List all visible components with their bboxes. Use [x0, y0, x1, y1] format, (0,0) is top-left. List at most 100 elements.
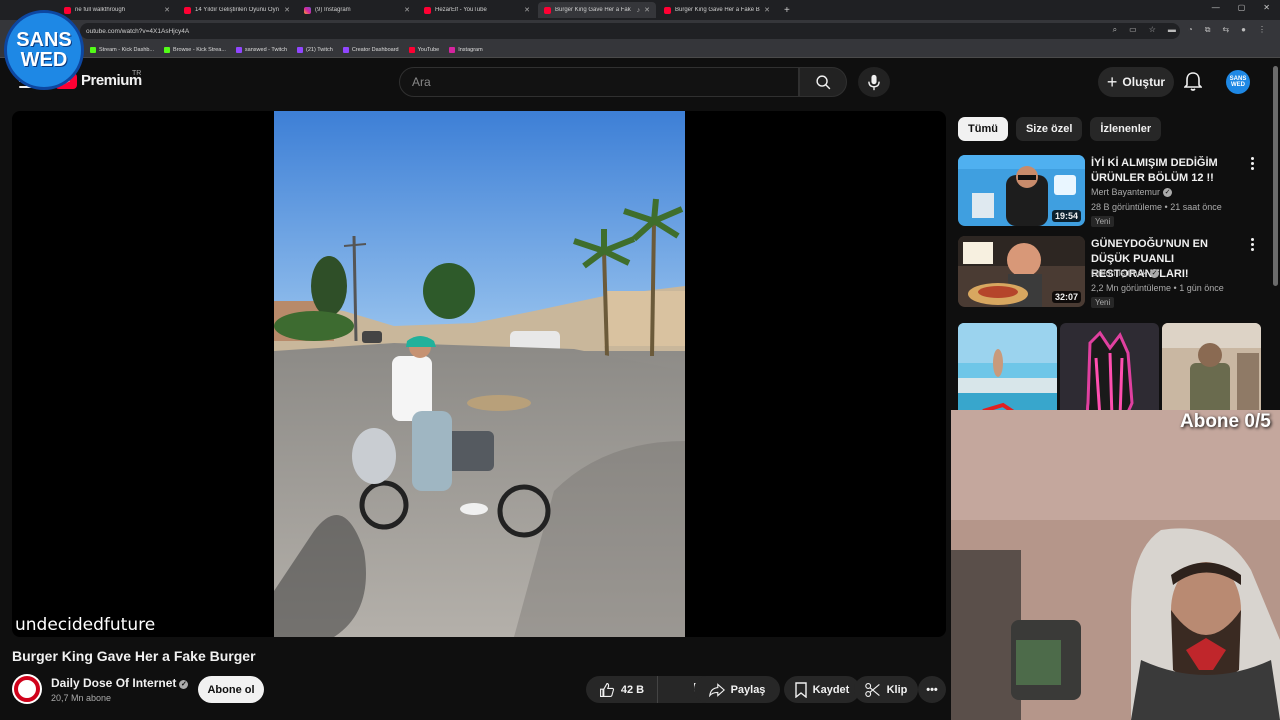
account-avatar[interactable]: SANS WED: [1226, 70, 1250, 94]
bookmark-item[interactable]: Stream - Kick Dashb...: [90, 46, 154, 53]
video-duration: 32:07: [1051, 291, 1081, 303]
recommended-video[interactable]: 19:54 İYİ Kİ ALMIŞIM DEDİĞİM ÜRÜNLER BÖL…: [958, 155, 1268, 229]
subscribe-button[interactable]: Abone ol: [198, 676, 264, 703]
video-metadata: 28 B görüntüleme • 21 saat önce: [1091, 202, 1222, 212]
save-label: Kaydet: [812, 683, 850, 696]
bookmark-icon: [794, 681, 807, 698]
browser-tab[interactable]: ne full walkthrough ✕: [58, 2, 176, 18]
new-badge: Yeni: [1091, 297, 1115, 308]
close-icon[interactable]: ✕: [764, 6, 770, 14]
browser-tab[interactable]: (9) Instagram ✕: [298, 2, 416, 18]
more-vertical-icon[interactable]: [1251, 238, 1255, 251]
recommendation-filter-chips: Tümü Size özel İzlenenler: [958, 117, 1162, 141]
tab-title: HezarElf - YouTube: [435, 7, 487, 13]
more-actions-button[interactable]: •••: [918, 676, 946, 703]
verified-icon: ✓: [179, 680, 189, 689]
extension-icon[interactable]: ◔: [1188, 25, 1193, 35]
twitch-icon: [235, 46, 242, 53]
search-input[interactable]: [400, 68, 798, 96]
video-title[interactable]: İYİ Kİ ALMIŞIM DEDİĞİM ÜRÜNLER BÖLÜM 12 …: [1091, 156, 1241, 186]
cast-icon[interactable]: ▭: [1129, 25, 1137, 35]
twitch-icon: [297, 46, 304, 53]
extension-icon[interactable]: ⇆: [1222, 25, 1229, 35]
youtube-icon: [544, 6, 551, 14]
close-icon[interactable]: ✕: [644, 6, 650, 14]
video-duration: 19:54: [1051, 210, 1081, 222]
share-label: Paylaş: [730, 683, 766, 696]
create-label: Oluştur: [1122, 75, 1166, 89]
chip-watched[interactable]: İzlenenler: [1090, 117, 1162, 141]
close-icon[interactable]: ✕: [524, 6, 530, 14]
bookmark-item[interactable]: Creator Dashboard: [342, 46, 399, 53]
bookmark-item[interactable]: sanswed - Twitch: [235, 46, 288, 53]
browser-tab[interactable]: 14 Yıldır Geliştirilen Oyunu Oyn ✕: [178, 2, 296, 18]
bookmark-label: YouTube: [417, 46, 440, 53]
youtube-icon: [664, 6, 671, 14]
extension-icon[interactable]: ▬: [1168, 25, 1176, 35]
verified-icon: ✓: [1150, 269, 1160, 278]
close-icon[interactable]: ✕: [164, 6, 170, 14]
window-controls: — ▢ ✕: [1212, 3, 1270, 12]
star-icon[interactable]: ☆: [1149, 25, 1156, 35]
verified-icon: ✓: [1163, 188, 1173, 197]
notifications-bell-icon[interactable]: [1183, 72, 1203, 97]
tab-title: Burger King Gave Her a Fak: [555, 7, 631, 13]
more-vertical-icon[interactable]: [1251, 157, 1255, 170]
maximize-icon[interactable]: ▢: [1238, 3, 1246, 12]
zoom-icon[interactable]: ⌕: [1113, 25, 1117, 35]
bookmark-item[interactable]: Browse - Kick Strea...: [164, 46, 226, 53]
instagram-icon: [304, 6, 311, 14]
video-thumbnail[interactable]: 19:54: [958, 155, 1085, 226]
new-tab-button[interactable]: +: [784, 5, 790, 16]
video-thumbnail[interactable]: 32:07: [958, 236, 1085, 307]
kick-icon: [90, 46, 96, 53]
browser-tab-active[interactable]: Burger King Gave Her a Fak ♪ ✕: [538, 2, 656, 18]
share-button[interactable]: Paylaş: [694, 676, 780, 703]
channel-name[interactable]: Mert Bayantemur ✓: [1091, 187, 1173, 197]
video-player[interactable]: undecidedfuture: [12, 111, 946, 637]
recommended-video[interactable]: 32:07 GÜNEYDOĞU'NUN EN DÜŞÜK PUANLI REST…: [958, 236, 1268, 310]
share-icon: [708, 682, 725, 697]
channel-avatar[interactable]: [12, 674, 42, 704]
thumbs-up-icon: [599, 682, 614, 697]
search-box: [399, 67, 799, 97]
kick-icon: [164, 46, 171, 53]
browser-tab[interactable]: HezarElf - YouTube ✕: [418, 2, 536, 18]
page-scrollbar[interactable]: [1273, 66, 1278, 286]
bookmark-label: (21) Twitch: [306, 46, 333, 53]
browser-tab[interactable]: Burger King Gave Her a Fake B ✕: [658, 2, 776, 18]
bookmark-item[interactable]: (21) Twitch: [297, 46, 333, 53]
youtube-header: Premium TR + Oluştur SANS WED: [0, 62, 1280, 102]
chip-for-you[interactable]: Size özel: [1015, 117, 1083, 141]
webcam-image: [951, 410, 1280, 720]
youtube-icon: [424, 6, 431, 14]
channel-name[interactable]: Daily Dose Of Internet ✓: [51, 676, 189, 690]
chip-all[interactable]: Tümü: [958, 117, 1008, 141]
bookmark-label: sanswed - Twitch: [244, 46, 288, 53]
speaker-icon[interactable]: ♪: [637, 7, 641, 14]
close-icon[interactable]: ✕: [284, 6, 290, 14]
profile-icon[interactable]: ●: [1241, 25, 1246, 35]
search-button[interactable]: [799, 67, 847, 97]
video-actions-row: Daily Dose Of Internet ✓ 20,7 Mn abone Ab…: [12, 674, 946, 706]
channel-name[interactable]: Orkun Işıtmak ✓: [1091, 268, 1160, 278]
close-window-icon[interactable]: ✕: [1263, 3, 1270, 12]
clip-label: Klip: [886, 683, 908, 696]
bookmark-item[interactable]: YouTube: [408, 46, 440, 53]
url-field[interactable]: outube.com/watch?v=4X1AsHjcy4A: [80, 23, 1180, 39]
bookmark-label: Browse - Kick Strea...: [173, 46, 226, 53]
clip-button[interactable]: Klip: [854, 676, 918, 703]
bookmark-item[interactable]: Instagram: [449, 46, 483, 53]
save-button[interactable]: Kaydet: [784, 676, 860, 703]
browser-menu-icon[interactable]: ⋮: [1258, 25, 1266, 35]
subscriber-count: 20,7 Mn abone: [51, 693, 112, 703]
close-icon[interactable]: ✕: [404, 6, 410, 14]
voice-search-button[interactable]: [858, 67, 890, 97]
create-button[interactable]: + Oluştur: [1098, 67, 1174, 97]
scissors-icon: [864, 682, 880, 697]
like-button[interactable]: 42 B: [586, 676, 658, 703]
logo-text: SANS: [16, 29, 72, 51]
minimize-icon[interactable]: —: [1212, 3, 1220, 12]
bookmarks-bar: Stream - Kick Dashb... Browse - Kick Str…: [0, 42, 1280, 58]
puzzle-icon[interactable]: ⧉: [1205, 25, 1211, 35]
